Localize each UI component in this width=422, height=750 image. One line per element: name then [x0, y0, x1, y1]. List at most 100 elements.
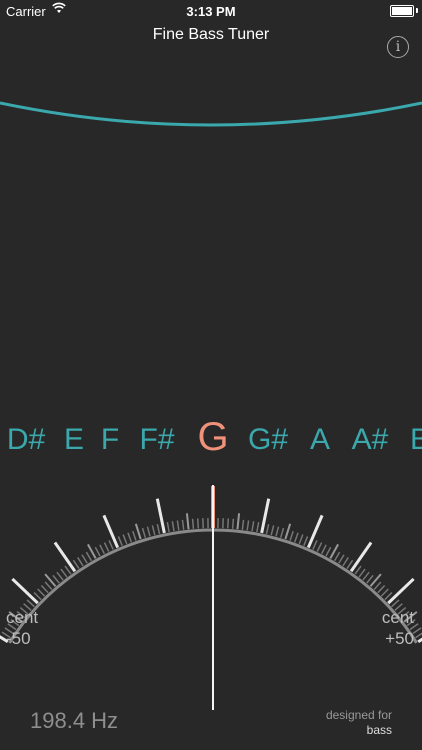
minor-tick — [391, 599, 400, 608]
minor-tick — [366, 574, 374, 584]
major-tick — [11, 577, 39, 605]
mid-tick — [284, 523, 292, 540]
minor-tick — [384, 592, 393, 601]
designed-for-label: designed for bass — [326, 708, 392, 738]
minor-tick — [176, 520, 180, 531]
cent-dial — [0, 485, 422, 710]
minor-tick — [346, 559, 354, 569]
minor-tick — [151, 525, 156, 536]
minor-tick — [226, 518, 230, 529]
note-d-sharp: D# — [6, 423, 46, 456]
note-f-sharp: F# — [139, 423, 175, 456]
app-title: Fine Bass Tuner — [152, 26, 270, 43]
minor-tick — [64, 565, 72, 575]
minor-tick — [320, 544, 327, 555]
minor-tick — [354, 565, 362, 575]
minor-tick — [191, 518, 195, 529]
minor-tick — [103, 542, 110, 552]
minor-tick — [108, 540, 114, 550]
cent-max-value: +50 — [385, 629, 414, 648]
minor-tick — [316, 542, 323, 552]
minor-tick — [127, 532, 133, 543]
minor-tick — [412, 627, 422, 635]
minor-tick — [377, 584, 386, 594]
instrument-text: bass — [366, 723, 392, 737]
note-strip: D# E F F# G G# A A# B — [0, 415, 422, 470]
minor-tick — [26, 599, 35, 608]
minor-tick — [171, 521, 175, 532]
note-e: E — [63, 423, 85, 456]
minor-tick — [166, 522, 170, 533]
waveform-line — [0, 101, 422, 127]
minor-tick — [265, 524, 270, 535]
minor-tick — [122, 534, 128, 545]
minor-tick — [77, 557, 84, 567]
minor-tick — [81, 554, 88, 564]
designed-for-text: designed for — [325, 708, 392, 722]
info-button[interactable]: i — [387, 36, 409, 58]
minor-tick — [33, 592, 42, 601]
minor-tick — [275, 526, 280, 537]
status-time: 3:13 PM — [186, 4, 236, 19]
minor-tick — [132, 530, 137, 541]
minor-tick — [117, 536, 123, 546]
minor-tick — [298, 534, 304, 545]
minor-tick — [373, 581, 382, 590]
cent-max-label: cent +50 — [382, 607, 414, 649]
minor-tick — [333, 551, 341, 562]
minor-tick — [40, 584, 49, 594]
minor-tick — [312, 540, 318, 550]
minor-tick — [181, 519, 185, 530]
minor-tick — [99, 544, 106, 555]
minor-tick — [303, 536, 309, 546]
minor-tick — [325, 546, 332, 557]
battery-tip — [416, 8, 418, 13]
minor-tick — [380, 588, 389, 597]
minor-tick — [146, 526, 151, 537]
minor-tick — [279, 527, 285, 538]
minor-tick — [256, 522, 260, 533]
minor-tick — [270, 525, 275, 536]
cent-min-value: -50 — [6, 629, 31, 648]
minor-tick — [52, 574, 60, 584]
status-bar: Carrier 3:13 PM — [0, 0, 422, 22]
minor-tick — [141, 527, 147, 538]
minor-tick — [246, 520, 250, 531]
cent-min-label: cent -50 — [6, 607, 38, 649]
minor-tick — [94, 546, 101, 557]
note-a: A — [309, 423, 331, 456]
minor-tick — [85, 551, 93, 562]
mid-tick — [185, 513, 190, 530]
battery-icon — [390, 5, 414, 17]
minor-tick — [196, 518, 200, 529]
note-g-sharp: G# — [247, 423, 289, 456]
minor-tick — [241, 519, 245, 530]
minor-tick — [37, 588, 46, 597]
cent-min-unit: cent — [6, 608, 39, 627]
minor-tick — [289, 530, 294, 541]
minor-tick — [415, 632, 422, 639]
note-f: F — [100, 423, 120, 456]
minor-tick — [338, 554, 345, 564]
major-tick — [387, 577, 415, 605]
minor-tick — [44, 581, 53, 590]
minor-tick — [342, 557, 349, 567]
minor-tick — [231, 518, 235, 529]
minor-tick — [56, 571, 64, 581]
minor-tick — [293, 532, 299, 543]
minor-tick — [72, 559, 80, 569]
minor-tick — [362, 571, 370, 581]
note-a-sharp: A# — [351, 423, 389, 456]
mid-tick — [236, 513, 241, 530]
cent-max-unit: cent — [381, 608, 414, 627]
minor-tick — [358, 568, 366, 578]
minor-tick — [60, 568, 68, 578]
pitch-waveform — [0, 101, 422, 127]
mid-tick — [134, 523, 142, 540]
minor-tick — [251, 521, 255, 532]
minor-tick — [156, 524, 161, 535]
major-tick — [417, 637, 422, 644]
frequency-readout: 198.4 Hz — [30, 708, 119, 733]
note-g: G — [197, 415, 229, 459]
note-b: B — [409, 423, 422, 456]
